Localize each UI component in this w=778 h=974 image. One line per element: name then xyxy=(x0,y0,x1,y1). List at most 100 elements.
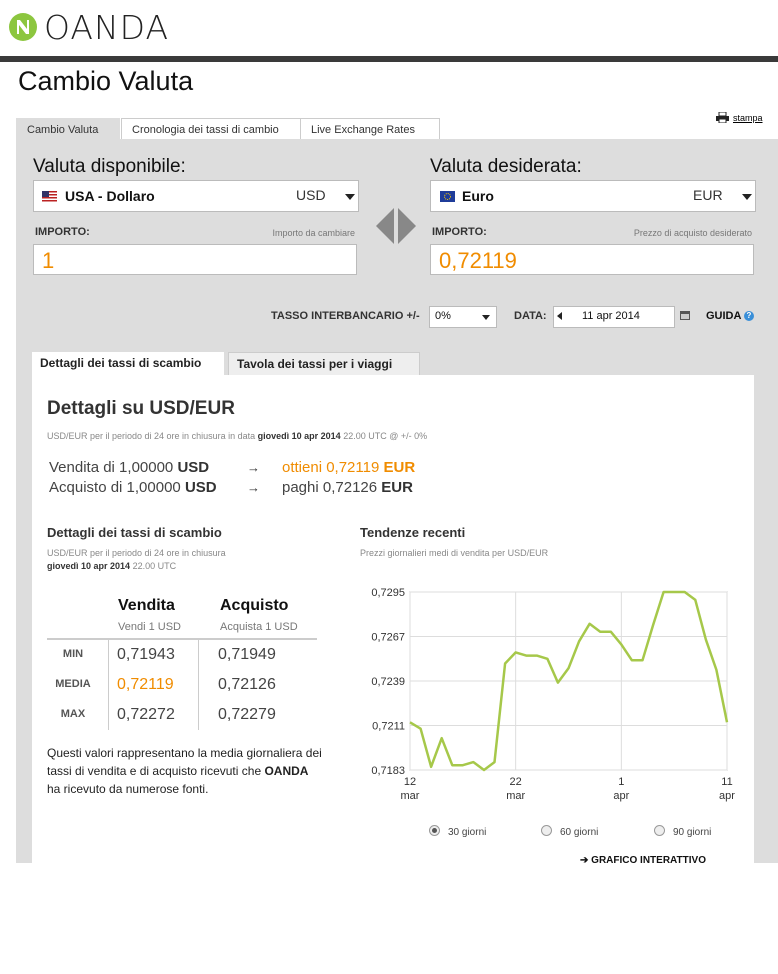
x-tick-day: 22 xyxy=(510,776,522,788)
interactive-chart-label: GRAFICO INTERATTIVO xyxy=(591,855,706,863)
print-link[interactable]: stampa xyxy=(716,112,763,123)
min-buy: 0,71949 xyxy=(218,646,276,663)
y-tick-label: 0,7239 xyxy=(371,676,405,688)
from-amount-label: IMPORTO: xyxy=(35,226,90,238)
rates-sub2: giovedì 10 apr 2014 22.00 UTC xyxy=(47,561,176,571)
radio-60-days[interactable] xyxy=(541,825,552,836)
eu-flag-icon xyxy=(440,191,455,202)
x-tick-day: 1 xyxy=(618,776,624,788)
previous-day-icon[interactable] xyxy=(557,312,562,320)
from-currency-name: USA - Dollaro xyxy=(65,188,155,204)
period-date: giovedì 10 apr 2014 xyxy=(257,431,341,441)
period-prefix: USD/EUR per il periodo di 24 ore in chiu… xyxy=(47,431,256,441)
note-text-end: ha ricevuto da numerose fonti. xyxy=(47,782,209,796)
sell-line-right: ottieni 0,72119 EUR xyxy=(282,459,415,476)
table-col-divider xyxy=(198,640,199,730)
to-currency-code: EUR xyxy=(693,187,723,203)
rates-sub1: USD/EUR per il periodo di 24 ore in chiu… xyxy=(47,548,226,558)
min-sell: 0,71943 xyxy=(117,646,175,663)
rates-sub2-date: giovedì 10 apr 2014 xyxy=(47,561,131,571)
radio-30-label: 30 giorni xyxy=(448,827,487,838)
sell-result-code: EUR xyxy=(383,459,416,476)
printer-icon xyxy=(716,112,729,123)
tab-rate-details[interactable]: Dettagli dei tassi di scambio xyxy=(32,352,224,375)
tab-travel-rates[interactable]: Tavola dei tassi per i viaggi xyxy=(228,352,420,375)
x-tick-month: apr xyxy=(719,790,735,802)
row-label-min: MIN xyxy=(62,648,84,660)
note-brand: OANDA xyxy=(264,764,309,778)
interactive-chart-link[interactable]: ➔ GRAFICO INTERATTIVO xyxy=(580,855,706,863)
chevron-down-icon xyxy=(742,194,752,200)
oanda-logo-icon xyxy=(9,13,37,41)
radio-30-days[interactable] xyxy=(429,825,440,836)
date-label: DATA: xyxy=(514,310,547,322)
arrow-right-icon: → xyxy=(247,480,260,495)
buy-code: USD xyxy=(184,479,217,496)
to-amount-label: IMPORTO: xyxy=(432,226,487,238)
col-buy-sub: Acquista 1 USD xyxy=(220,621,298,633)
print-label: stampa xyxy=(733,112,763,123)
col-sell-sub: Vendi 1 USD xyxy=(118,621,181,633)
sell-code: USD xyxy=(177,459,210,476)
interbank-select[interactable]: 0% xyxy=(429,306,497,328)
trend-sub: Prezzi giornalieri medi di vendita per U… xyxy=(360,548,549,558)
arrow-right-icon: → xyxy=(247,460,260,475)
row-label-max: MAX xyxy=(60,708,86,720)
col-sell-header: Vendita xyxy=(118,597,175,614)
details-title: Dettagli su USD/EUR xyxy=(47,398,235,419)
sell-amount: Vendita di 1,00000 xyxy=(49,459,174,476)
chevron-down-icon xyxy=(482,315,490,320)
oanda-logo[interactable]: OANDA xyxy=(8,8,169,47)
table-divider xyxy=(47,638,317,640)
media-sell: 0,72119 xyxy=(117,676,174,693)
help-icon[interactable]: ? xyxy=(744,311,754,321)
arrow-right-icon: ➔ xyxy=(580,855,589,863)
calendar-icon[interactable] xyxy=(680,311,690,320)
buy-amount: Acquisto di 1,00000 xyxy=(49,479,181,496)
to-currency-name: Euro xyxy=(462,188,494,204)
rates-heading: Dettagli dei tassi di scambio xyxy=(47,525,222,540)
to-amount-input[interactable]: 0,72119 xyxy=(430,244,754,275)
rates-sub2-time: 22.00 UTC xyxy=(132,561,177,571)
max-sell: 0,72272 xyxy=(117,706,175,723)
y-tick-label: 0,7267 xyxy=(371,632,405,644)
media-buy: 0,72126 xyxy=(218,676,276,693)
tab-cronologia[interactable]: Cronologia dei tassi di cambio xyxy=(121,118,303,141)
to-amount-hint: Prezzo di acquisto desiderato xyxy=(633,228,752,238)
from-amount-hint: Importo da cambiare xyxy=(272,228,355,238)
x-tick-month: mar xyxy=(401,790,420,802)
from-currency-select[interactable]: USA - Dollaro USD xyxy=(33,180,359,212)
table-col-divider xyxy=(108,640,109,730)
rates-note: Questi valori rappresentano la media gio… xyxy=(47,744,322,798)
buy-result-code: EUR xyxy=(381,479,413,496)
from-currency-code: USD xyxy=(296,187,326,203)
to-currency-select[interactable]: Euro EUR xyxy=(430,180,756,212)
sell-line-left: Vendita di 1,00000 USD xyxy=(49,459,209,476)
chevron-down-icon xyxy=(345,194,355,200)
buy-line-left: Acquisto di 1,00000 USD xyxy=(49,479,217,496)
y-tick-label: 0,7211 xyxy=(372,721,405,733)
tab-cambio-valuta[interactable]: Cambio Valuta xyxy=(16,118,120,141)
y-tick-label: 0,7183 xyxy=(371,765,405,777)
col-buy-header: Acquisto xyxy=(220,597,289,614)
to-heading: Valuta desiderata: xyxy=(430,156,582,177)
from-amount-input[interactable]: 1 xyxy=(33,244,357,275)
swap-currencies-icon[interactable] xyxy=(374,208,418,244)
tab-live-rates[interactable]: Live Exchange Rates xyxy=(300,118,440,141)
interbank-label: TASSO INTERBANCARIO +/- xyxy=(271,310,420,322)
row-label-media: MEDIA xyxy=(55,678,91,690)
x-tick-day: 12 xyxy=(404,776,416,788)
trend-heading: Tendenze recenti xyxy=(360,525,466,540)
x-tick-month: mar xyxy=(506,790,525,802)
from-heading: Valuta disponibile: xyxy=(33,156,186,177)
max-buy: 0,72279 xyxy=(218,706,276,723)
radio-90-days[interactable] xyxy=(654,825,665,836)
date-value: 11 apr 2014 xyxy=(582,310,640,322)
header-divider xyxy=(0,56,778,62)
radio-60-label: 60 giorni xyxy=(560,827,599,838)
y-tick-label: 0,7295 xyxy=(371,587,405,599)
oanda-wordmark: OANDA xyxy=(44,7,170,47)
page-title: Cambio Valuta xyxy=(18,66,194,96)
date-input[interactable]: 11 apr 2014 xyxy=(553,306,675,328)
help-label[interactable]: GUIDA xyxy=(706,310,741,322)
